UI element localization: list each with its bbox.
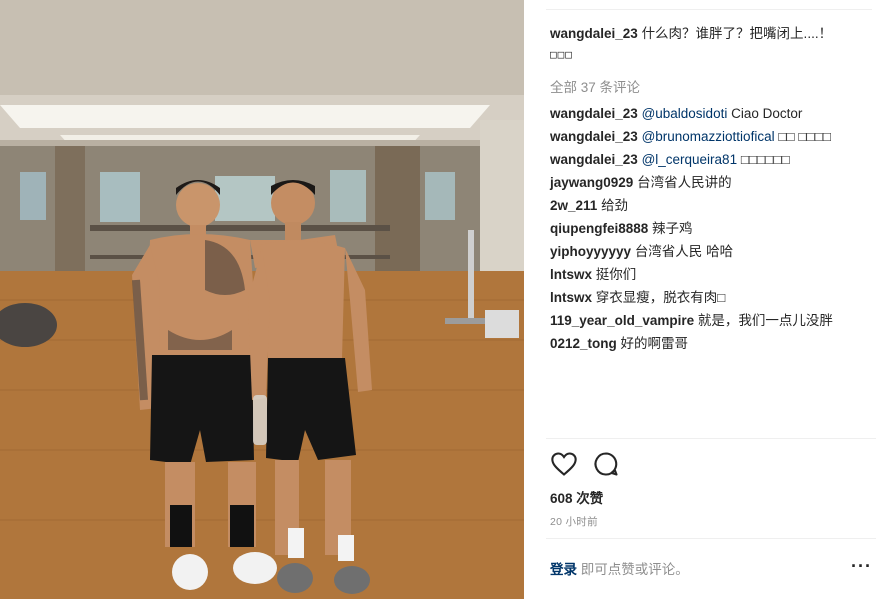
- post-timestamp: 20 小时前: [550, 516, 598, 528]
- comment-username[interactable]: wangdalei_23: [550, 152, 638, 167]
- comment-text: 辣子鸡: [652, 221, 693, 236]
- comment-list: wangdalei_23 @ubaldosidoti Ciao Doctor wa…: [550, 104, 850, 357]
- more-options-button[interactable]: ···: [851, 556, 872, 577]
- comment-text: Ciao Doctor: [731, 106, 803, 121]
- action-bar: [550, 450, 620, 478]
- heart-icon[interactable]: [550, 450, 578, 478]
- comment-username[interactable]: jaywang0929: [550, 175, 633, 190]
- comment-mention-link[interactable]: @l_cerqueira81: [642, 152, 738, 167]
- comment-mention-link[interactable]: @brunomazziottiofical: [642, 129, 775, 144]
- comment-username[interactable]: lntswx: [550, 267, 592, 282]
- comment-mention-link[interactable]: @ubaldosidoti: [642, 106, 728, 121]
- comment-text: 台湾省人民 哈哈: [634, 244, 734, 259]
- comment-text: 台湾省人民讲的: [637, 175, 732, 190]
- post-photo: [0, 0, 524, 599]
- comment-text: □□ □□□□: [778, 129, 832, 144]
- comment-text: 就是，我们一点儿没胖: [697, 313, 833, 328]
- comment-text: 穿衣显瘦，脱衣有肉□: [595, 290, 726, 305]
- comment-username[interactable]: yiphoyyyyyy: [550, 244, 631, 259]
- top-divider: [546, 9, 872, 10]
- comment-username[interactable]: lntswx: [550, 290, 592, 305]
- comment-text: 挺你们: [595, 267, 637, 282]
- login-prompt-text: 即可点赞或评论。: [580, 562, 689, 577]
- login-link[interactable]: 登录: [550, 562, 577, 577]
- caption-username[interactable]: wangdalei_23: [550, 26, 638, 41]
- comment-item: lntswx 挺你们: [550, 265, 850, 285]
- comment-username[interactable]: 119_year_old_vampire: [550, 313, 694, 328]
- comment-item: wangdalei_23 @l_cerqueira81 □□□□□□: [550, 150, 850, 170]
- comment-username[interactable]: qiupengfei8888: [550, 221, 648, 236]
- comment-username[interactable]: 0212_tong: [550, 336, 617, 351]
- comment-item: 119_year_old_vampire 就是，我们一点儿没胖: [550, 311, 850, 331]
- comment-item: qiupengfei8888 辣子鸡: [550, 219, 850, 239]
- comment-username[interactable]: 2w_211: [550, 198, 597, 213]
- like-count[interactable]: 608 次赞: [550, 487, 603, 507]
- comment-text: 给劲: [601, 198, 629, 213]
- comment-panel: wangdalei_23 什么肉？谁胖了？把嘴闭上....！ □□□ 全部 37…: [524, 0, 882, 599]
- comment-username[interactable]: wangdalei_23: [550, 129, 638, 144]
- comment-item: jaywang0929 台湾省人民讲的: [550, 173, 850, 193]
- comment-username[interactable]: wangdalei_23: [550, 106, 638, 121]
- post-caption: wangdalei_23 什么肉？谁胖了？把嘴闭上....！ □□□: [550, 24, 850, 65]
- comment-bubble-icon[interactable]: [592, 450, 620, 478]
- comment-text: 好的啊雷哥: [620, 336, 689, 351]
- gym-photo-illustration: [0, 0, 524, 599]
- comment-item: wangdalei_23 @brunomazziottiofical □□ □□…: [550, 127, 850, 147]
- comment-item: yiphoyyyyyy 台湾省人民 哈哈: [550, 242, 850, 262]
- actions-divider: [546, 438, 876, 439]
- caption-text: 什么肉？谁胖了？把嘴闭上....！: [641, 26, 833, 41]
- caption-glyphs: □□□: [550, 48, 573, 61]
- login-divider: [546, 538, 876, 539]
- comment-item: 0212_tong 好的啊雷哥: [550, 334, 850, 354]
- comment-item: 2w_211 给劲: [550, 196, 850, 216]
- view-all-comments-link[interactable]: 全部 37 条评论: [550, 76, 640, 96]
- login-prompt: 登录 即可点赞或评论。: [550, 558, 689, 578]
- comment-text: □□□□□□: [740, 152, 790, 167]
- comment-item: lntswx 穿衣显瘦，脱衣有肉□: [550, 288, 850, 308]
- comment-item: wangdalei_23 @ubaldosidoti Ciao Doctor: [550, 104, 850, 124]
